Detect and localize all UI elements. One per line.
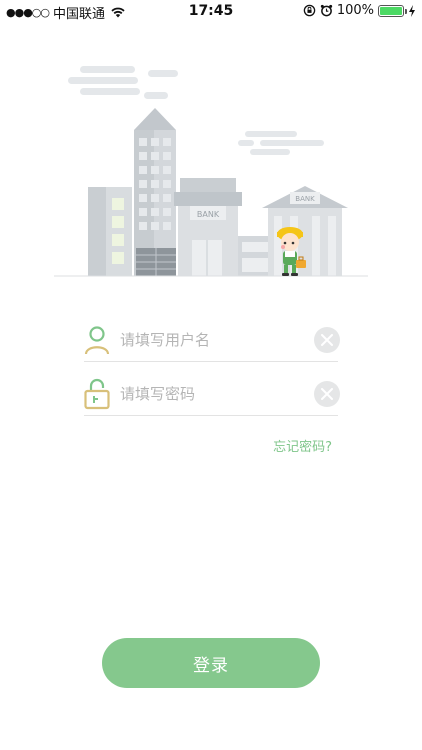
unlock-icon xyxy=(84,378,110,409)
battery-percentage: 100% xyxy=(336,3,374,18)
bank-street-illustration: BANK BANK xyxy=(54,66,368,277)
alarm-icon xyxy=(320,4,332,17)
battery-icon xyxy=(378,4,407,17)
username-input[interactable] xyxy=(120,324,314,355)
clear-username-button[interactable] xyxy=(314,326,340,353)
bank-sign-1: BANK xyxy=(197,210,220,219)
building-left xyxy=(88,187,132,276)
login-button[interactable]: 登录 xyxy=(102,638,320,688)
bank-building-middle: BANK xyxy=(174,178,242,276)
user-icon xyxy=(84,325,110,354)
battery-tip xyxy=(405,8,407,14)
forgot-password-link[interactable]: 忘记密码? xyxy=(273,436,332,455)
close-icon xyxy=(321,333,333,346)
atm-kiosk xyxy=(238,236,272,276)
username-row xyxy=(84,318,340,362)
cloud-right-icon xyxy=(238,131,324,155)
building-tower xyxy=(134,108,176,276)
status-bar: ●●●○○ 中国联通 17:45 100% xyxy=(0,0,422,22)
close-icon xyxy=(321,387,333,400)
charging-bolt-icon xyxy=(409,4,415,17)
clear-password-button[interactable] xyxy=(314,380,340,407)
password-input[interactable] xyxy=(120,378,314,409)
password-row xyxy=(84,372,340,416)
status-right: 100% xyxy=(303,3,416,18)
battery-level xyxy=(380,6,402,15)
cloud-left-icon xyxy=(68,66,178,99)
bank-sign-2: BANK xyxy=(295,195,315,203)
rotation-lock-icon xyxy=(303,4,316,17)
